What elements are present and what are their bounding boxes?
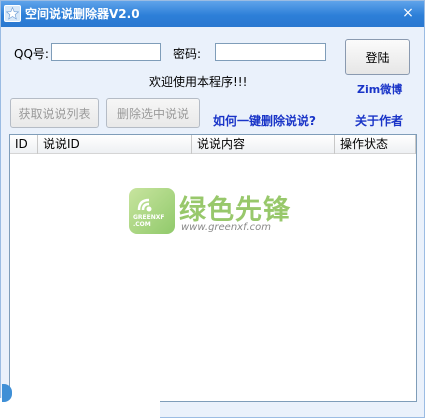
fetch-shuoshuo-list-button[interactable]: 获取说说列表 xyxy=(10,98,99,128)
delete-button-label: 删除选中说说 xyxy=(116,106,189,121)
bottom-left-cutout xyxy=(0,398,160,418)
watermark-url: www.greenxf.com xyxy=(181,222,271,233)
one-click-delete-link[interactable]: 如何一键删除说说? xyxy=(213,112,316,129)
window-title: 空间说说删除器V2.0 xyxy=(25,7,140,21)
title-bar[interactable]: 空间说说删除器V2.0 × xyxy=(1,1,424,27)
about-author-link[interactable]: 关于作者 xyxy=(355,112,403,129)
qq-number-input[interactable] xyxy=(51,43,161,61)
fetch-button-label: 获取说说列表 xyxy=(18,106,91,121)
logo-text: GREENXF .COM xyxy=(133,214,165,228)
app-window: 空间说说删除器V2.0 × QQ号: 密码: 登陆 欢迎使用本程序!!! Zim… xyxy=(0,0,425,418)
login-button-label: 登陆 xyxy=(365,50,390,65)
column-header-shuoshuo-id[interactable]: 说说ID xyxy=(38,135,192,154)
shuoshuo-list[interactable]: ID 说说ID 说说内容 操作状态 xyxy=(9,134,417,402)
greenxf-logo-icon: GREENXF .COM xyxy=(129,188,175,234)
column-header-id[interactable]: ID xyxy=(10,135,38,154)
password-input[interactable] xyxy=(215,43,326,61)
app-star-icon xyxy=(4,5,21,22)
column-header-content[interactable]: 说说内容 xyxy=(192,135,335,154)
qq-label: QQ号: xyxy=(14,47,49,61)
close-icon[interactable]: × xyxy=(398,3,418,23)
column-header-status[interactable]: 操作状态 xyxy=(335,135,416,154)
password-label: 密码: xyxy=(173,47,202,61)
watermark: GREENXF .COM 绿色先锋 www.greenxf.com xyxy=(129,188,299,240)
delete-selected-button[interactable]: 删除选中说说 xyxy=(106,98,200,128)
login-button[interactable]: 登陆 xyxy=(345,39,410,75)
welcome-text: 欢迎使用本程序!!! xyxy=(149,75,248,89)
list-header: ID 说说ID 说说内容 操作状态 xyxy=(10,135,416,154)
weibo-link[interactable]: Zim微博 xyxy=(357,81,402,97)
